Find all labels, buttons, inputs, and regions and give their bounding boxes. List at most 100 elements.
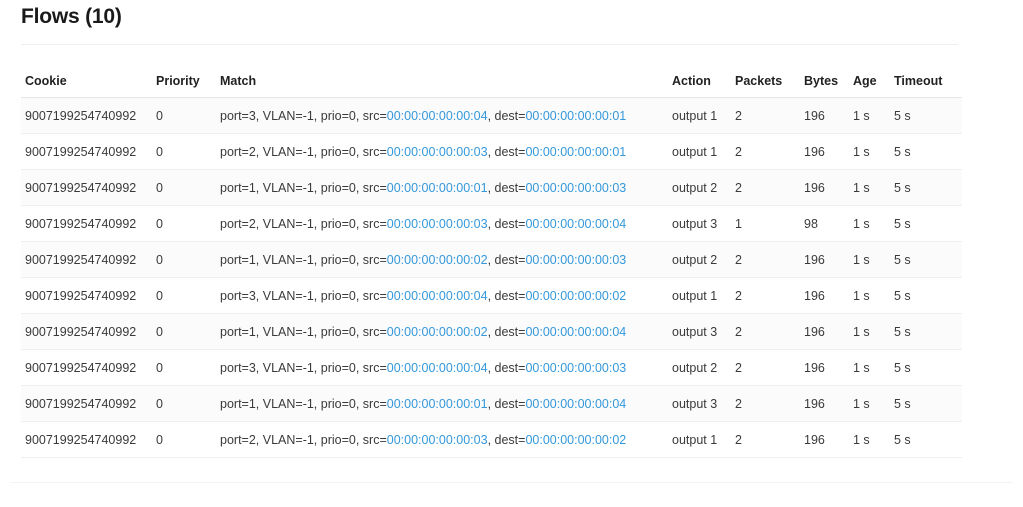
match-dest-mac[interactable]: 00:00:00:00:00:04 xyxy=(525,397,626,411)
cell-cookie: 9007199254740992 xyxy=(21,277,156,314)
cell-bytes: 98 xyxy=(804,205,853,242)
cell-match: port=1, VLAN=-1, prio=0, src=00:00:00:00… xyxy=(220,385,672,422)
table-row[interactable]: 9007199254740992 0 port=1, VLAN=-1, prio=0… xyxy=(21,241,962,278)
match-dest-mac[interactable]: 00:00:00:00:00:03 xyxy=(525,253,626,267)
column-header-age[interactable]: Age xyxy=(853,45,894,98)
cell-bytes: 196 xyxy=(804,313,853,350)
cell-priority: 0 xyxy=(156,133,220,170)
table-row[interactable]: 9007199254740992 0 port=2, VLAN=-1, prio=0… xyxy=(21,205,962,242)
column-header-action[interactable]: Action xyxy=(672,45,735,98)
match-dest-mac[interactable]: 00:00:00:00:00:02 xyxy=(525,433,626,447)
match-dest-mac[interactable]: 00:00:00:00:00:01 xyxy=(525,109,626,123)
column-header-timeout[interactable]: Timeout xyxy=(894,45,962,98)
table-row[interactable]: 9007199254740992 0 port=3, VLAN=-1, prio=0… xyxy=(21,97,962,134)
cell-match: port=1, VLAN=-1, prio=0, src=00:00:00:00… xyxy=(220,313,672,350)
cell-packets: 2 xyxy=(735,277,804,314)
cell-age: 1 s xyxy=(853,133,894,170)
column-header-cookie[interactable]: Cookie xyxy=(21,45,156,98)
cell-timeout: 5 s xyxy=(894,349,962,386)
cell-timeout: 5 s xyxy=(894,169,962,206)
match-dest-mac[interactable]: 00:00:00:00:00:02 xyxy=(525,289,626,303)
cell-timeout: 5 s xyxy=(894,133,962,170)
cell-action: output 2 xyxy=(672,241,735,278)
match-src-mac[interactable]: 00:00:00:00:00:02 xyxy=(387,325,488,339)
cell-priority: 0 xyxy=(156,241,220,278)
cell-age: 1 s xyxy=(853,313,894,350)
cell-action: output 3 xyxy=(672,313,735,350)
cell-priority: 0 xyxy=(156,277,220,314)
match-src-mac[interactable]: 00:00:00:00:00:03 xyxy=(387,145,488,159)
match-src-mac[interactable]: 00:00:00:00:00:04 xyxy=(387,109,488,123)
cell-match: port=3, VLAN=-1, prio=0, src=00:00:00:00… xyxy=(220,97,672,134)
footer-divider xyxy=(10,482,1013,483)
match-prefix: port=1, VLAN=-1, prio=0, src= xyxy=(220,324,387,339)
table-row[interactable]: 9007199254740992 0 port=3, VLAN=-1, prio=0… xyxy=(21,277,962,314)
cell-bytes: 196 xyxy=(804,97,853,134)
cell-cookie: 9007199254740992 xyxy=(21,205,156,242)
cell-bytes: 196 xyxy=(804,169,853,206)
table-row[interactable]: 9007199254740992 0 port=3, VLAN=-1, prio=0… xyxy=(21,349,962,386)
match-prefix: port=3, VLAN=-1, prio=0, src= xyxy=(220,108,387,123)
match-src-mac[interactable]: 00:00:00:00:00:04 xyxy=(387,289,488,303)
column-header-match[interactable]: Match xyxy=(220,45,672,98)
cell-timeout: 5 s xyxy=(894,97,962,134)
match-separator: , dest= xyxy=(487,432,526,447)
match-prefix: port=1, VLAN=-1, prio=0, src= xyxy=(220,252,387,267)
cell-bytes: 196 xyxy=(804,421,853,458)
cell-bytes: 196 xyxy=(804,277,853,314)
column-header-priority[interactable]: Priority xyxy=(156,45,220,98)
cell-action: output 1 xyxy=(672,421,735,458)
match-src-mac[interactable]: 00:00:00:00:00:01 xyxy=(387,181,488,195)
match-dest-mac[interactable]: 00:00:00:00:00:03 xyxy=(525,181,626,195)
flows-table: Cookie Priority Match Action Packets Byt… xyxy=(21,45,962,458)
match-src-mac[interactable]: 00:00:00:00:00:03 xyxy=(387,433,488,447)
table-row[interactable]: 9007199254740992 0 port=2, VLAN=-1, prio=0… xyxy=(21,133,962,170)
flows-table-head: Cookie Priority Match Action Packets Byt… xyxy=(21,45,962,98)
match-separator: , dest= xyxy=(487,288,526,303)
cell-action: output 1 xyxy=(672,133,735,170)
cell-packets: 2 xyxy=(735,421,804,458)
cell-match: port=3, VLAN=-1, prio=0, src=00:00:00:00… xyxy=(220,349,672,386)
cell-match: port=2, VLAN=-1, prio=0, src=00:00:00:00… xyxy=(220,133,672,170)
cell-packets: 2 xyxy=(735,385,804,422)
match-src-mac[interactable]: 00:00:00:00:00:04 xyxy=(387,361,488,375)
match-src-mac[interactable]: 00:00:00:00:00:02 xyxy=(387,253,488,267)
cell-packets: 2 xyxy=(735,133,804,170)
match-dest-mac[interactable]: 00:00:00:00:00:03 xyxy=(525,361,626,375)
match-dest-mac[interactable]: 00:00:00:00:00:01 xyxy=(525,145,626,159)
cell-match: port=1, VLAN=-1, prio=0, src=00:00:00:00… xyxy=(220,241,672,278)
table-row[interactable]: 9007199254740992 0 port=1, VLAN=-1, prio=0… xyxy=(21,313,962,350)
cell-match: port=2, VLAN=-1, prio=0, src=00:00:00:00… xyxy=(220,421,672,458)
table-row[interactable]: 9007199254740992 0 port=1, VLAN=-1, prio=0… xyxy=(21,385,962,422)
cell-action: output 3 xyxy=(672,385,735,422)
cell-cookie: 9007199254740992 xyxy=(21,421,156,458)
column-header-packets[interactable]: Packets xyxy=(735,45,804,98)
cell-action: output 2 xyxy=(672,349,735,386)
cell-bytes: 196 xyxy=(804,349,853,386)
cell-age: 1 s xyxy=(853,277,894,314)
cell-age: 1 s xyxy=(853,421,894,458)
match-dest-mac[interactable]: 00:00:00:00:00:04 xyxy=(525,217,626,231)
match-prefix: port=2, VLAN=-1, prio=0, src= xyxy=(220,432,387,447)
table-row[interactable]: 9007199254740992 0 port=1, VLAN=-1, prio=0… xyxy=(21,169,962,206)
cell-cookie: 9007199254740992 xyxy=(21,241,156,278)
match-separator: , dest= xyxy=(487,360,526,375)
match-dest-mac[interactable]: 00:00:00:00:00:04 xyxy=(525,325,626,339)
flows-table-container: Cookie Priority Match Action Packets Byt… xyxy=(21,45,962,458)
cell-action: output 1 xyxy=(672,277,735,314)
table-row[interactable]: 9007199254740992 0 port=2, VLAN=-1, prio=0… xyxy=(21,421,962,458)
cell-priority: 0 xyxy=(156,97,220,134)
cell-bytes: 196 xyxy=(804,241,853,278)
match-src-mac[interactable]: 00:00:00:00:00:01 xyxy=(387,397,488,411)
cell-priority: 0 xyxy=(156,349,220,386)
match-separator: , dest= xyxy=(487,108,526,123)
match-src-mac[interactable]: 00:00:00:00:00:03 xyxy=(387,217,488,231)
cell-timeout: 5 s xyxy=(894,313,962,350)
match-separator: , dest= xyxy=(487,324,526,339)
column-header-bytes[interactable]: Bytes xyxy=(804,45,853,98)
match-prefix: port=2, VLAN=-1, prio=0, src= xyxy=(220,144,387,159)
match-prefix: port=3, VLAN=-1, prio=0, src= xyxy=(220,360,387,375)
cell-match: port=3, VLAN=-1, prio=0, src=00:00:00:00… xyxy=(220,277,672,314)
match-separator: , dest= xyxy=(487,216,526,231)
cell-age: 1 s xyxy=(853,205,894,242)
